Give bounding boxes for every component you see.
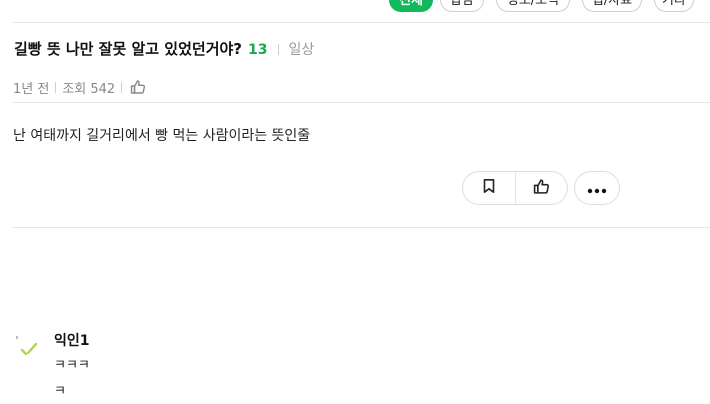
board-name[interactable]: 일상 bbox=[289, 42, 315, 58]
post-time: 1년 전 bbox=[13, 81, 50, 97]
more-icon bbox=[587, 179, 607, 198]
category-tab-all[interactable]: 전체 bbox=[389, 0, 433, 12]
post-action-group bbox=[462, 171, 568, 205]
post-body: 난 여태까지 길거리에서 빵 먹는 사람이라는 뜻인줄 bbox=[13, 128, 311, 144]
post-title: 길빵 뜻 나만 잘못 알고 있었던거야? bbox=[14, 40, 243, 58]
top-divider bbox=[12, 22, 710, 23]
comment-text-line: ㅋㅋㅋ bbox=[54, 358, 90, 373]
more-options-button[interactable] bbox=[574, 171, 620, 205]
post-meta: 1년 전 조회 542 bbox=[13, 78, 146, 97]
bookmark-button[interactable] bbox=[463, 172, 515, 204]
comment-text-line: ㅋ bbox=[54, 384, 66, 399]
post-page: 전체 잡담 정보/조직 팁/자료 기타 길빵 뜻 나만 잘못 알고 있었던거야?… bbox=[0, 0, 710, 404]
like-button[interactable] bbox=[514, 172, 568, 204]
meta-divider bbox=[12, 102, 710, 103]
comments-divider bbox=[12, 227, 710, 228]
meta-separator bbox=[55, 81, 57, 93]
category-tab-etc[interactable]: 기타 bbox=[654, 0, 694, 12]
post-title-row: 길빵 뜻 나만 잘못 알고 있었던거야? 13 일상 bbox=[14, 38, 314, 60]
view-count: 조회 542 bbox=[62, 81, 116, 97]
category-tab-info[interactable]: 정보/조직 bbox=[496, 0, 570, 12]
meta-separator bbox=[121, 81, 123, 93]
like-count-icon bbox=[130, 79, 146, 95]
title-separator bbox=[277, 44, 279, 55]
category-tab-chat[interactable]: 잡담 bbox=[440, 0, 484, 12]
category-tabs: 전체 잡담 정보/조직 팁/자료 기타 bbox=[0, 0, 710, 14]
avatar bbox=[14, 336, 40, 362]
comment-count[interactable]: 13 bbox=[248, 42, 267, 58]
thumbs-up-icon bbox=[533, 178, 550, 199]
bookmark-icon bbox=[481, 178, 497, 198]
comment-author[interactable]: 익인1 bbox=[54, 330, 90, 350]
category-tab-tips[interactable]: 팁/자료 bbox=[582, 0, 642, 12]
